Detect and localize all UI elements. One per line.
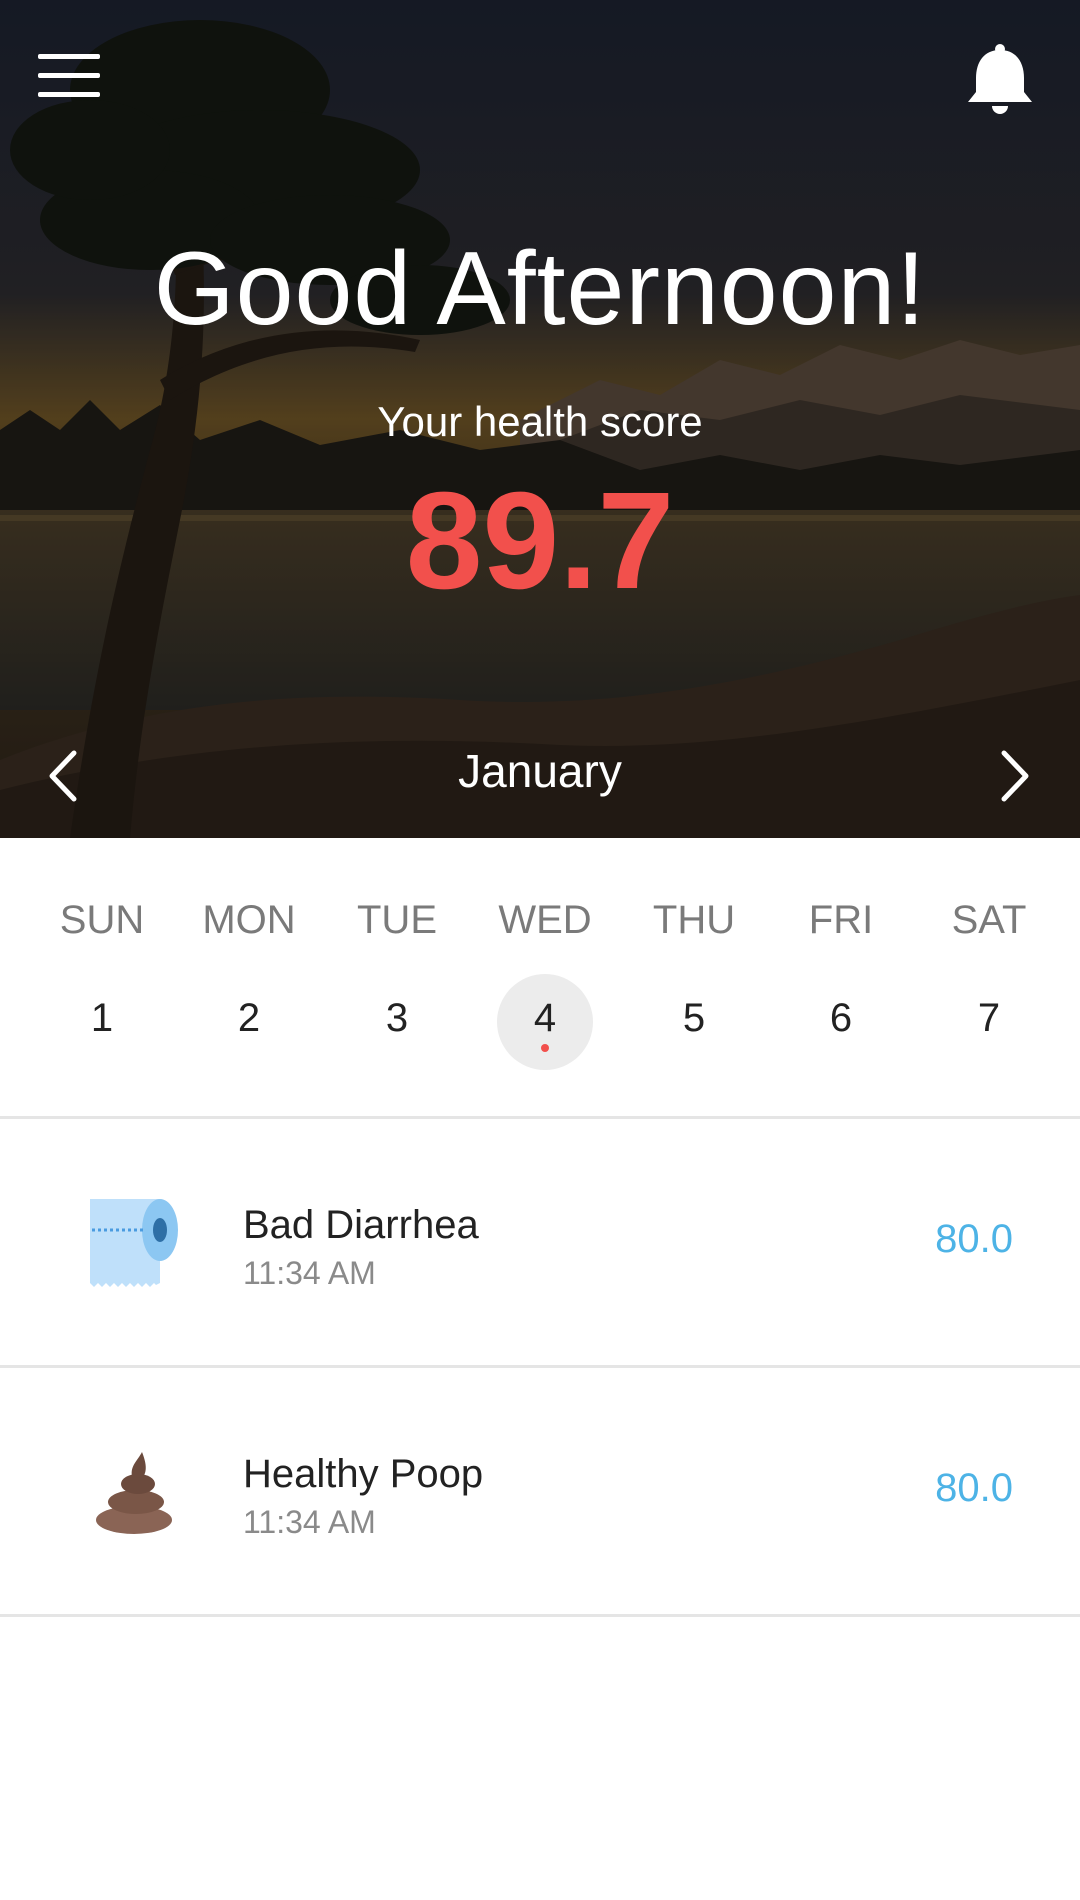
weekday-label-wed: WED — [498, 898, 592, 942]
entry-item-healthy-poop[interactable]: Healthy Poop 11:34 AM 80.0 — [0, 1368, 1080, 1614]
calendar-day-number: 6 — [829, 996, 853, 1040]
calendar-day-number: 2 — [237, 996, 261, 1040]
health-score-value: 89.7 — [405, 464, 675, 618]
notifications-button[interactable] — [960, 40, 1040, 120]
entry-title: Healthy Poop — [243, 1452, 484, 1496]
calendar-day-6[interactable]: 6 — [793, 974, 889, 1070]
calendar-day-number: 5 — [682, 996, 706, 1040]
week-calendar: SUN MON TUE WED THU FRI SAT 1 2 3 4 5 6 … — [0, 838, 1080, 1116]
entry-score: 80.0 — [935, 1217, 1013, 1261]
menu-button[interactable] — [30, 46, 100, 104]
calendar-day-5[interactable]: 5 — [646, 974, 742, 1070]
poop-icon — [96, 1452, 172, 1534]
bell-icon — [968, 44, 1032, 114]
weekday-label-mon: MON — [202, 898, 296, 942]
chevron-right-icon — [1001, 750, 1029, 802]
hero-header: Good Afternoon! Your health score 89.7 J… — [0, 0, 1080, 838]
entry-title: Bad Diarrhea — [243, 1203, 479, 1247]
calendar-day-number: 3 — [385, 996, 409, 1040]
calendar-day-7[interactable]: 7 — [941, 974, 1037, 1070]
calendar-day-4-selected[interactable]: 4 — [497, 974, 593, 1070]
current-month-label: January — [458, 745, 622, 797]
weekday-label-sun: SUN — [59, 898, 145, 942]
entry-time: 11:34 AM — [243, 1504, 376, 1540]
greeting-title: Good Afternoon! — [153, 231, 927, 347]
entry-time: 11:34 AM — [243, 1255, 376, 1291]
weekday-label-tue: TUE — [357, 898, 437, 942]
health-score-label: Your health score — [377, 398, 703, 445]
calendar-day-number: 4 — [533, 996, 557, 1040]
weekday-label-sat: SAT — [951, 898, 1027, 942]
calendar-day-number: 1 — [90, 996, 114, 1040]
hamburger-menu-icon-line-2 — [38, 73, 100, 78]
calendar-day-number: 7 — [977, 996, 1001, 1040]
toilet-paper-icon — [90, 1199, 178, 1287]
weekday-label-thu: THU — [652, 898, 736, 942]
calendar-day-2[interactable]: 2 — [201, 974, 297, 1070]
entry-indicator-dot — [541, 1044, 549, 1052]
hamburger-menu-icon-line-3 — [38, 92, 100, 97]
weekday-label-fri: FRI — [808, 898, 874, 942]
entry-item-bad-diarrhea[interactable]: Bad Diarrhea 11:34 AM 80.0 — [0, 1119, 1080, 1365]
calendar-day-3[interactable]: 3 — [349, 974, 445, 1070]
next-month-button[interactable] — [984, 745, 1044, 807]
calendar-day-1[interactable]: 1 — [54, 974, 150, 1070]
hamburger-menu-icon-line-1 — [38, 54, 100, 59]
divider — [0, 1614, 1080, 1617]
entry-score: 80.0 — [935, 1466, 1013, 1510]
